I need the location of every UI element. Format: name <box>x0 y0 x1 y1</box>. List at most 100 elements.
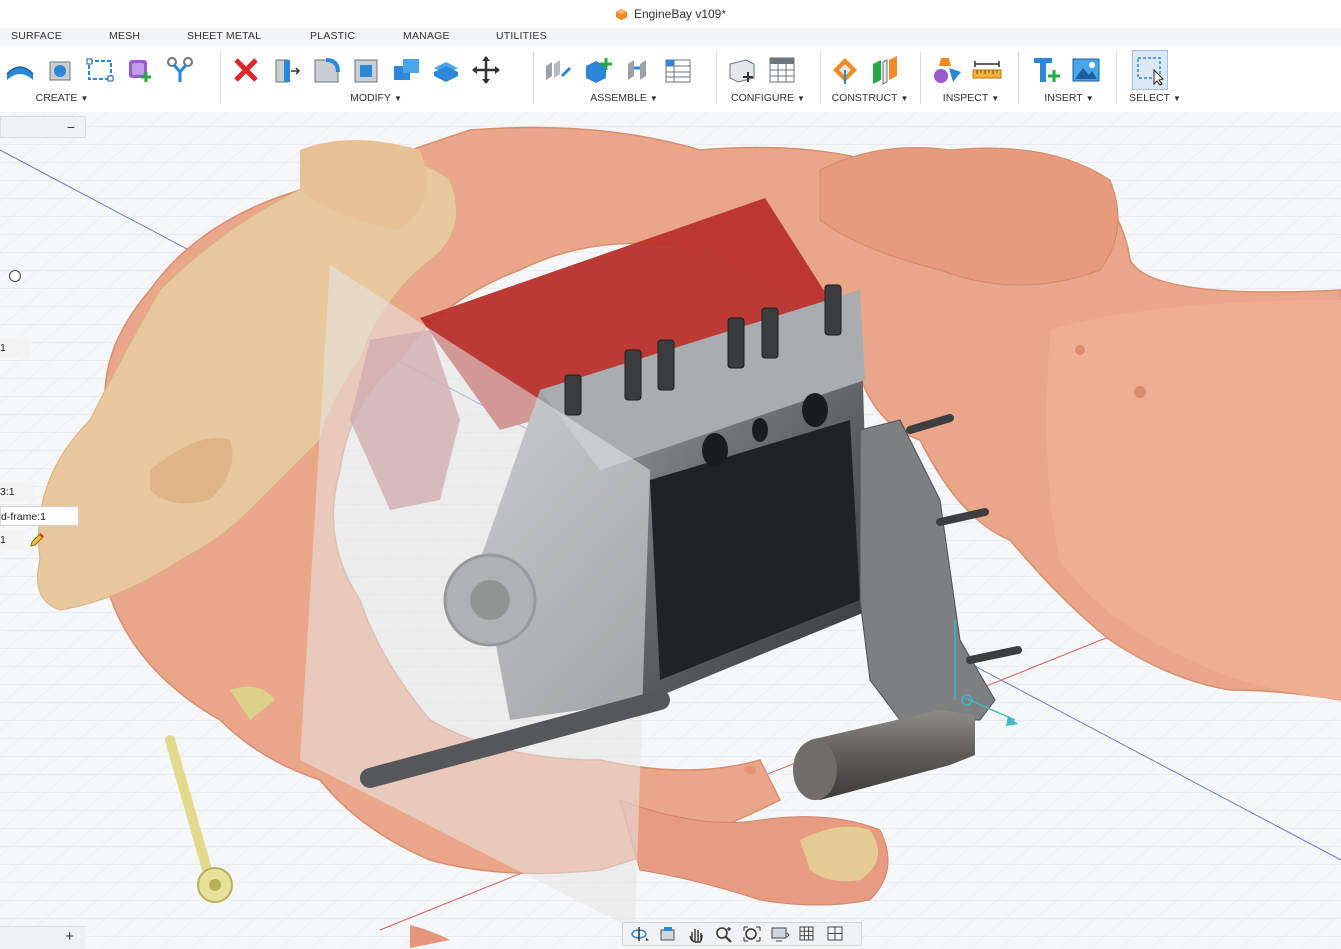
browser-item-selected[interactable]: d-frame:1 <box>0 506 79 526</box>
add-panel-button[interactable]: + <box>0 926 86 949</box>
orbit-button[interactable] <box>627 924 653 944</box>
browser-item[interactable]: 1 <box>0 530 24 550</box>
component-add-button[interactable] <box>122 50 158 90</box>
plus-icon: + <box>65 928 74 945</box>
tab-utilities[interactable]: UTILITIES <box>496 30 547 42</box>
insert-derive-button[interactable] <box>1028 50 1064 90</box>
tab-mesh[interactable]: MESH <box>109 30 140 42</box>
offset-plane-button[interactable] <box>827 50 863 90</box>
move-button[interactable] <box>468 50 504 90</box>
divider <box>1116 52 1117 104</box>
divider <box>1018 52 1019 104</box>
component-add-icon <box>129 60 151 82</box>
assemble-joint-button[interactable] <box>540 50 576 90</box>
create-menu[interactable]: CREATE ▼ <box>2 92 122 104</box>
document-title: EngineBay v109* <box>633 7 727 21</box>
offset-face-button[interactable] <box>428 50 464 90</box>
pan-icon <box>689 929 703 943</box>
viewports-icon <box>827 926 843 941</box>
edit-pencil-icon[interactable] <box>28 531 46 549</box>
midplane-button[interactable] <box>867 50 903 90</box>
browser-panel-header[interactable]: − <box>0 116 86 138</box>
fit-icon <box>743 926 761 942</box>
configure-icon <box>729 59 755 83</box>
delete-icon <box>234 58 258 82</box>
configure-table-button[interactable] <box>764 50 800 90</box>
configure-button[interactable] <box>724 50 760 90</box>
inspect-shapes-icon <box>934 58 961 83</box>
offset-face-icon <box>434 62 458 82</box>
combine-icon <box>394 59 419 80</box>
look-at-icon <box>660 927 675 941</box>
joint-button[interactable] <box>162 50 198 90</box>
canvas-viewport[interactable] <box>0 112 1341 948</box>
tab-sheet-metal[interactable]: SHEET METAL <box>187 30 261 42</box>
inspect-label: INSPECT <box>942 92 989 104</box>
create-group: CREATE ▼ <box>2 46 214 108</box>
select-label: SELECT <box>1129 92 1170 104</box>
sketch-icon <box>86 58 114 82</box>
measure-icon <box>972 61 1002 79</box>
workspace-tabs: SURFACE MESH SHEET METAL PLASTIC MANAGE … <box>0 30 1341 46</box>
fit-button[interactable] <box>739 924 765 944</box>
display-settings-icon <box>771 927 790 942</box>
navigation-bar <box>622 922 862 946</box>
insert-image-button[interactable] <box>1068 50 1104 90</box>
select-menu[interactable]: SELECT ▼ <box>1124 92 1186 104</box>
viewports-button[interactable] <box>823 924 849 944</box>
inspect-menu[interactable]: INSPECT ▼ <box>929 92 1013 104</box>
divider <box>820 52 821 104</box>
tab-surface[interactable]: SURFACE <box>11 30 62 42</box>
window-select-button[interactable] <box>1132 50 1168 90</box>
look-at-button[interactable] <box>655 924 681 944</box>
construct-menu[interactable]: CONSTRUCT ▼ <box>827 92 913 104</box>
pan-button[interactable] <box>683 924 709 944</box>
configure-table-icon <box>769 57 795 83</box>
display-settings-button[interactable] <box>767 924 793 944</box>
new-component-button[interactable] <box>580 50 616 90</box>
plane-icon <box>833 58 857 84</box>
browser-item[interactable]: 1 <box>0 338 30 358</box>
inspect-shapes-button[interactable] <box>929 50 965 90</box>
collapse-icon[interactable]: − <box>67 119 75 135</box>
orbit-icon <box>631 927 649 941</box>
insert-group: INSERT ▼ <box>1028 46 1110 108</box>
assemble-group: ASSEMBLE ▼ <box>540 46 710 108</box>
insert-menu[interactable]: INSERT ▼ <box>1028 92 1110 104</box>
combine-button[interactable] <box>388 50 424 90</box>
divider <box>533 52 534 104</box>
fillet-button[interactable] <box>308 50 344 90</box>
grid-icon <box>799 926 814 941</box>
zoom-icon <box>716 927 732 943</box>
configure-group: CONFIGURE ▼ <box>724 46 814 108</box>
divider <box>716 52 717 104</box>
joint-icon <box>167 57 193 82</box>
bom-table-button[interactable] <box>660 50 696 90</box>
configure-menu[interactable]: CONFIGURE ▼ <box>724 92 812 104</box>
title-bar: EngineBay v109* <box>0 0 1341 28</box>
patch-surface-button[interactable] <box>2 50 38 90</box>
tab-manage[interactable]: MANAGE <box>403 30 450 42</box>
shell-button[interactable] <box>348 50 384 90</box>
zoom-button[interactable] <box>711 924 737 944</box>
measure-button[interactable] <box>969 50 1005 90</box>
table-icon <box>665 59 691 83</box>
joint-icon <box>546 60 572 80</box>
patch-surface-icon <box>6 66 34 80</box>
tab-plastic[interactable]: PLASTIC <box>310 30 355 42</box>
visibility-toggle-icon[interactable] <box>9 270 21 282</box>
insert-derive-icon <box>1034 58 1060 82</box>
browser-item[interactable]: 3:1 <box>0 482 34 502</box>
delete-button[interactable] <box>228 50 264 90</box>
divider <box>920 52 921 104</box>
grid-button[interactable] <box>795 924 821 944</box>
extrude-surface-button[interactable] <box>42 50 78 90</box>
modify-menu[interactable]: MODIFY ▼ <box>228 92 524 104</box>
press-pull-button[interactable] <box>268 50 304 90</box>
extrude-surface-icon <box>49 61 71 81</box>
as-built-joint-button[interactable] <box>620 50 656 90</box>
new-component-icon <box>586 58 612 83</box>
sketch-button[interactable] <box>82 50 118 90</box>
assemble-menu[interactable]: ASSEMBLE ▼ <box>540 92 708 104</box>
select-group: SELECT ▼ <box>1124 46 1186 108</box>
